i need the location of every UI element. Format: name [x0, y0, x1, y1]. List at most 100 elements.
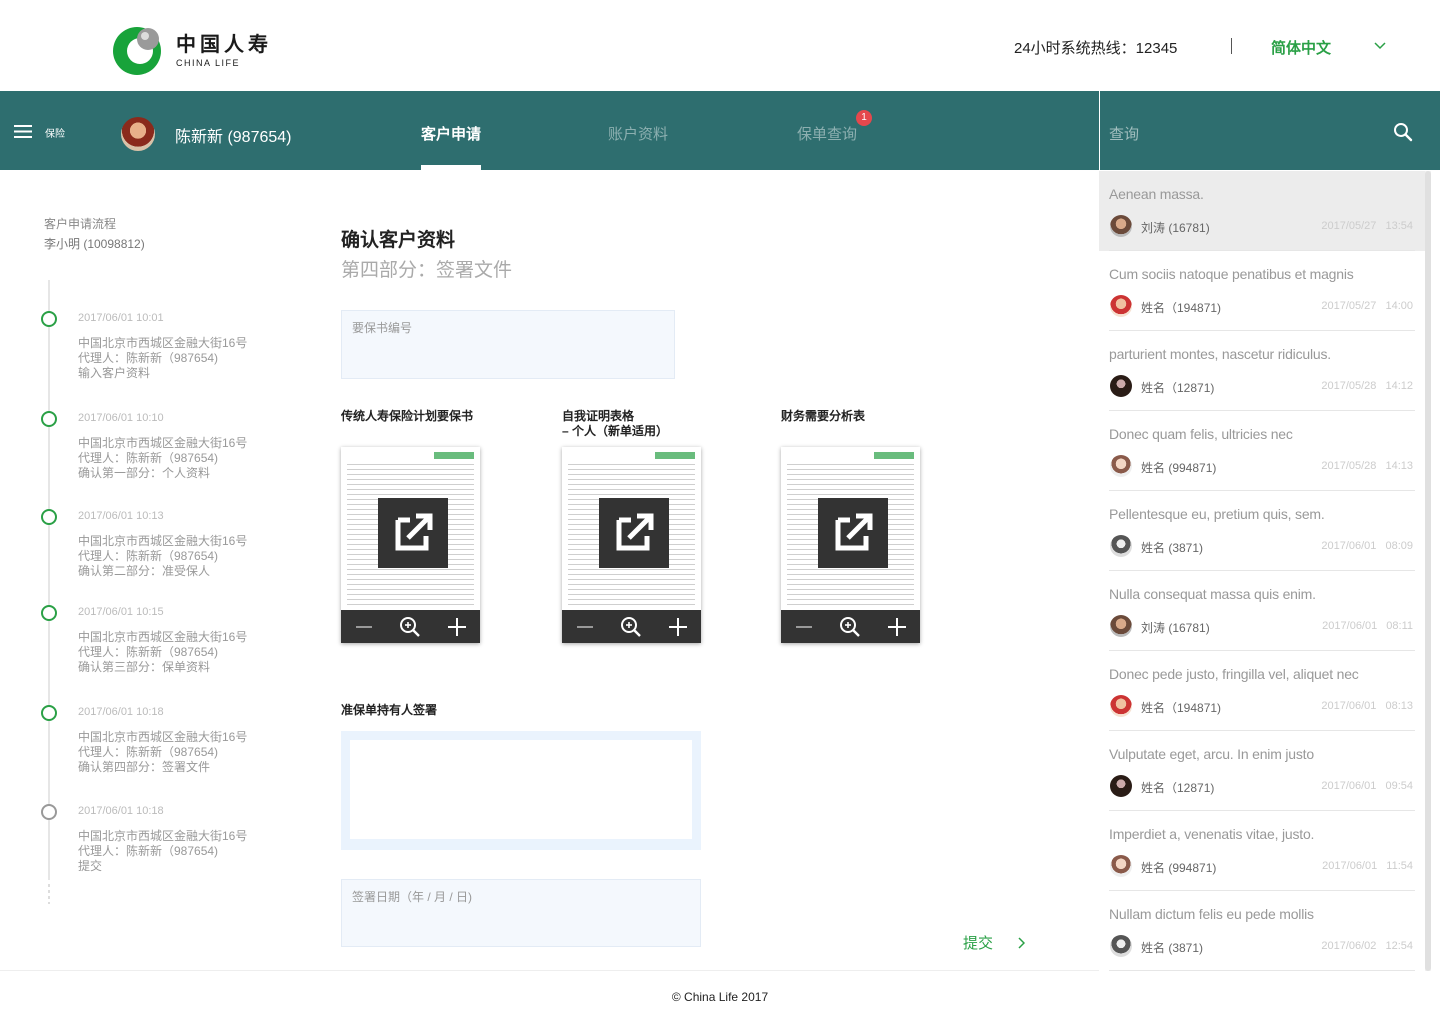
list-item-name: 姓名（12871) — [1141, 781, 1215, 795]
zoom-icon[interactable] — [399, 616, 421, 638]
chevron-right-icon[interactable] — [1017, 936, 1026, 949]
list-item[interactable]: Vulputate eget, arcu. In enim justo 姓名（12… — [1099, 731, 1425, 811]
chevron-down-icon[interactable] — [1373, 38, 1387, 50]
list-item[interactable]: Aenean massa. 刘涛 (16781) 2017/05/27 13:54 — [1099, 171, 1425, 251]
list-item-name: 刘涛 (16781) — [1141, 221, 1210, 235]
header-divider — [1231, 38, 1232, 54]
tab-account-info[interactable]: 账户资料 — [608, 123, 668, 144]
hotline-text: 24小时系统热线：12345 — [1014, 40, 1178, 57]
list-item[interactable]: Imperdiet a, venenatis vitae, justo. 姓名 (… — [1099, 811, 1425, 891]
search-panel — [1099, 91, 1440, 170]
list-item[interactable]: Nullam dictum felis eu pede mollis 姓名 (38… — [1099, 891, 1425, 971]
list-item-date: 2017/06/02 12:54 — [1321, 940, 1413, 952]
timeline-node-done-icon — [41, 509, 57, 525]
document-thumbnail[interactable] — [781, 447, 920, 643]
zoom-out-icon[interactable] — [793, 616, 815, 638]
document-brand-mark — [434, 452, 474, 459]
page-title: 确认客户资料 — [341, 230, 456, 251]
list-item-date: 2017/06/01 11:54 — [1322, 860, 1413, 872]
list-item[interactable]: Cum sociis natoque penatibus et magnis 姓名… — [1099, 251, 1425, 331]
zoom-icon[interactable] — [839, 616, 861, 638]
list-item[interactable]: parturient montes, nascetur ridiculus. 姓名… — [1099, 331, 1425, 411]
zoom-in-icon[interactable] — [667, 616, 689, 638]
list-item-title: Nulla consequat massa quis enim. — [1109, 586, 1316, 602]
avatar — [1110, 295, 1132, 317]
hamburger-menu-icon[interactable] — [14, 125, 32, 138]
list-item[interactable]: Donec pede justo, fringilla vel, aliquet… — [1099, 651, 1425, 731]
list-item-name: 姓名 (3871) — [1141, 541, 1204, 555]
avatar — [1110, 615, 1132, 637]
zoom-in-icon[interactable] — [446, 616, 468, 638]
signature-pad[interactable] — [341, 731, 701, 850]
tab-customer-application[interactable]: 客户申请 — [421, 123, 481, 144]
proposal-number-field[interactable]: 要保书编号 — [341, 310, 675, 379]
timeline-details: 中国北京市西城区金融大街16号 代理人：陈新新（987654) 确认第二部分：准受保… — [78, 534, 247, 579]
open-external-icon[interactable] — [599, 498, 669, 568]
zoom-icon[interactable] — [620, 616, 642, 638]
avatar — [1110, 455, 1132, 477]
signature-canvas[interactable] — [350, 740, 692, 839]
list-item-title: Aenean massa. — [1109, 186, 1204, 202]
timeline-detail-line: 代理人：陈新新（987654) — [78, 351, 219, 365]
timeline-detail-line: 中国北京市西城区金融大街16号 — [78, 829, 248, 843]
message-list: Aenean massa. 刘涛 (16781) 2017/05/27 13:54 C… — [1099, 171, 1425, 971]
nav-user-name[interactable]: 陈新新 (987654) — [175, 123, 292, 147]
list-item-name: 姓名 (994871) — [1141, 461, 1217, 475]
timeline-node-done-icon — [41, 411, 57, 427]
china-life-logo[interactable]: 中国人寿 CHINA LIFE — [112, 26, 272, 76]
open-external-icon[interactable] — [818, 498, 888, 568]
zoom-out-icon[interactable] — [574, 616, 596, 638]
timeline-detail-line: 代理人：陈新新（987654) — [78, 645, 219, 659]
timeline-details: 中国北京市西城区金融大街16号 代理人：陈新新（987654) 确认第三部分：保单资… — [78, 630, 247, 675]
timeline-detail-line: 代理人：陈新新（987654) — [78, 549, 219, 563]
timeline-continuation — [48, 884, 50, 904]
timeline-detail-line: 代理人：陈新新（987654) — [78, 451, 219, 465]
timeline-detail-line: 代理人：陈新新（987654) — [78, 844, 219, 858]
list-item-date: 2017/05/27 14:00 — [1321, 300, 1413, 312]
flow-client: 李小明 (10098812) — [44, 237, 145, 251]
list-item[interactable]: Donec quam felis, ultricies nec 姓名 (99487… — [1099, 411, 1425, 491]
zoom-out-icon[interactable] — [353, 616, 375, 638]
document-label: 传统人寿保险计划要保书 — [341, 409, 474, 423]
list-item[interactable]: Nulla consequat massa quis enim. 刘涛 (1678… — [1099, 571, 1425, 651]
list-item-title: Vulputate eget, arcu. In enim justo — [1109, 746, 1314, 762]
list-item-title: Nullam dictum felis eu pede mollis — [1109, 906, 1314, 922]
submit-button[interactable]: 提交 — [963, 932, 993, 953]
document-toolbar — [341, 610, 480, 643]
timeline-node-done-icon — [41, 705, 57, 721]
scrollbar-thumb[interactable] — [1425, 171, 1431, 971]
timeline-node-pending-icon — [41, 804, 57, 820]
list-item-title: Donec pede justo, fringilla vel, aliquet… — [1109, 666, 1359, 682]
sign-date-field[interactable]: 签署日期（年 / 月 / 日) — [341, 879, 701, 947]
menu-label[interactable]: 保险 — [45, 125, 65, 140]
avatar — [1110, 775, 1132, 797]
document-thumbnail[interactable] — [562, 447, 701, 643]
list-item[interactable]: Pellentesque eu, pretium quis, sem. 姓名 (3… — [1099, 491, 1425, 571]
list-item-date: 2017/06/01 09:54 — [1321, 780, 1413, 792]
page-subtitle: 第四部分：签署文件 — [341, 260, 513, 281]
timeline-detail-line: 代理人：陈新新（987654) — [78, 745, 219, 759]
language-selector[interactable]: 简体中文 — [1271, 37, 1331, 58]
timeline-node-done-icon — [41, 311, 57, 327]
proposal-number-placeholder: 要保书编号 — [352, 321, 413, 335]
list-item-name: 刘涛 (16781) — [1141, 621, 1210, 635]
timeline-detail-line: 输入客户资料 — [78, 366, 151, 380]
open-external-icon[interactable] — [378, 498, 448, 568]
zoom-in-icon[interactable] — [886, 616, 908, 638]
list-item-date: 2017/05/28 14:12 — [1321, 380, 1413, 392]
timeline-line — [48, 280, 50, 880]
search-icon[interactable] — [1393, 122, 1413, 142]
list-item-title: Imperdiet a, venenatis vitae, justo. — [1109, 826, 1315, 842]
search-input[interactable]: 查询 — [1109, 123, 1139, 144]
document-thumbnail[interactable] — [341, 447, 480, 643]
timeline-details: 中国北京市西城区金融大街16号 代理人：陈新新（987654) 确认第一部分：个人资… — [78, 436, 247, 481]
user-avatar[interactable] — [121, 117, 155, 151]
timeline-detail-line: 中国北京市西城区金融大街16号 — [78, 630, 248, 644]
timeline-detail-line: 确认第三部分：保单资料 — [78, 660, 211, 674]
logo-en-text: CHINA LIFE — [176, 58, 241, 68]
list-item-date: 2017/05/28 14:13 — [1321, 460, 1413, 472]
tab-policy-query[interactable]: 保单查询 — [797, 123, 857, 144]
timeline-time: 2017/06/01 10:13 — [78, 510, 164, 522]
avatar — [1110, 375, 1132, 397]
logo-mark-icon — [112, 26, 162, 76]
